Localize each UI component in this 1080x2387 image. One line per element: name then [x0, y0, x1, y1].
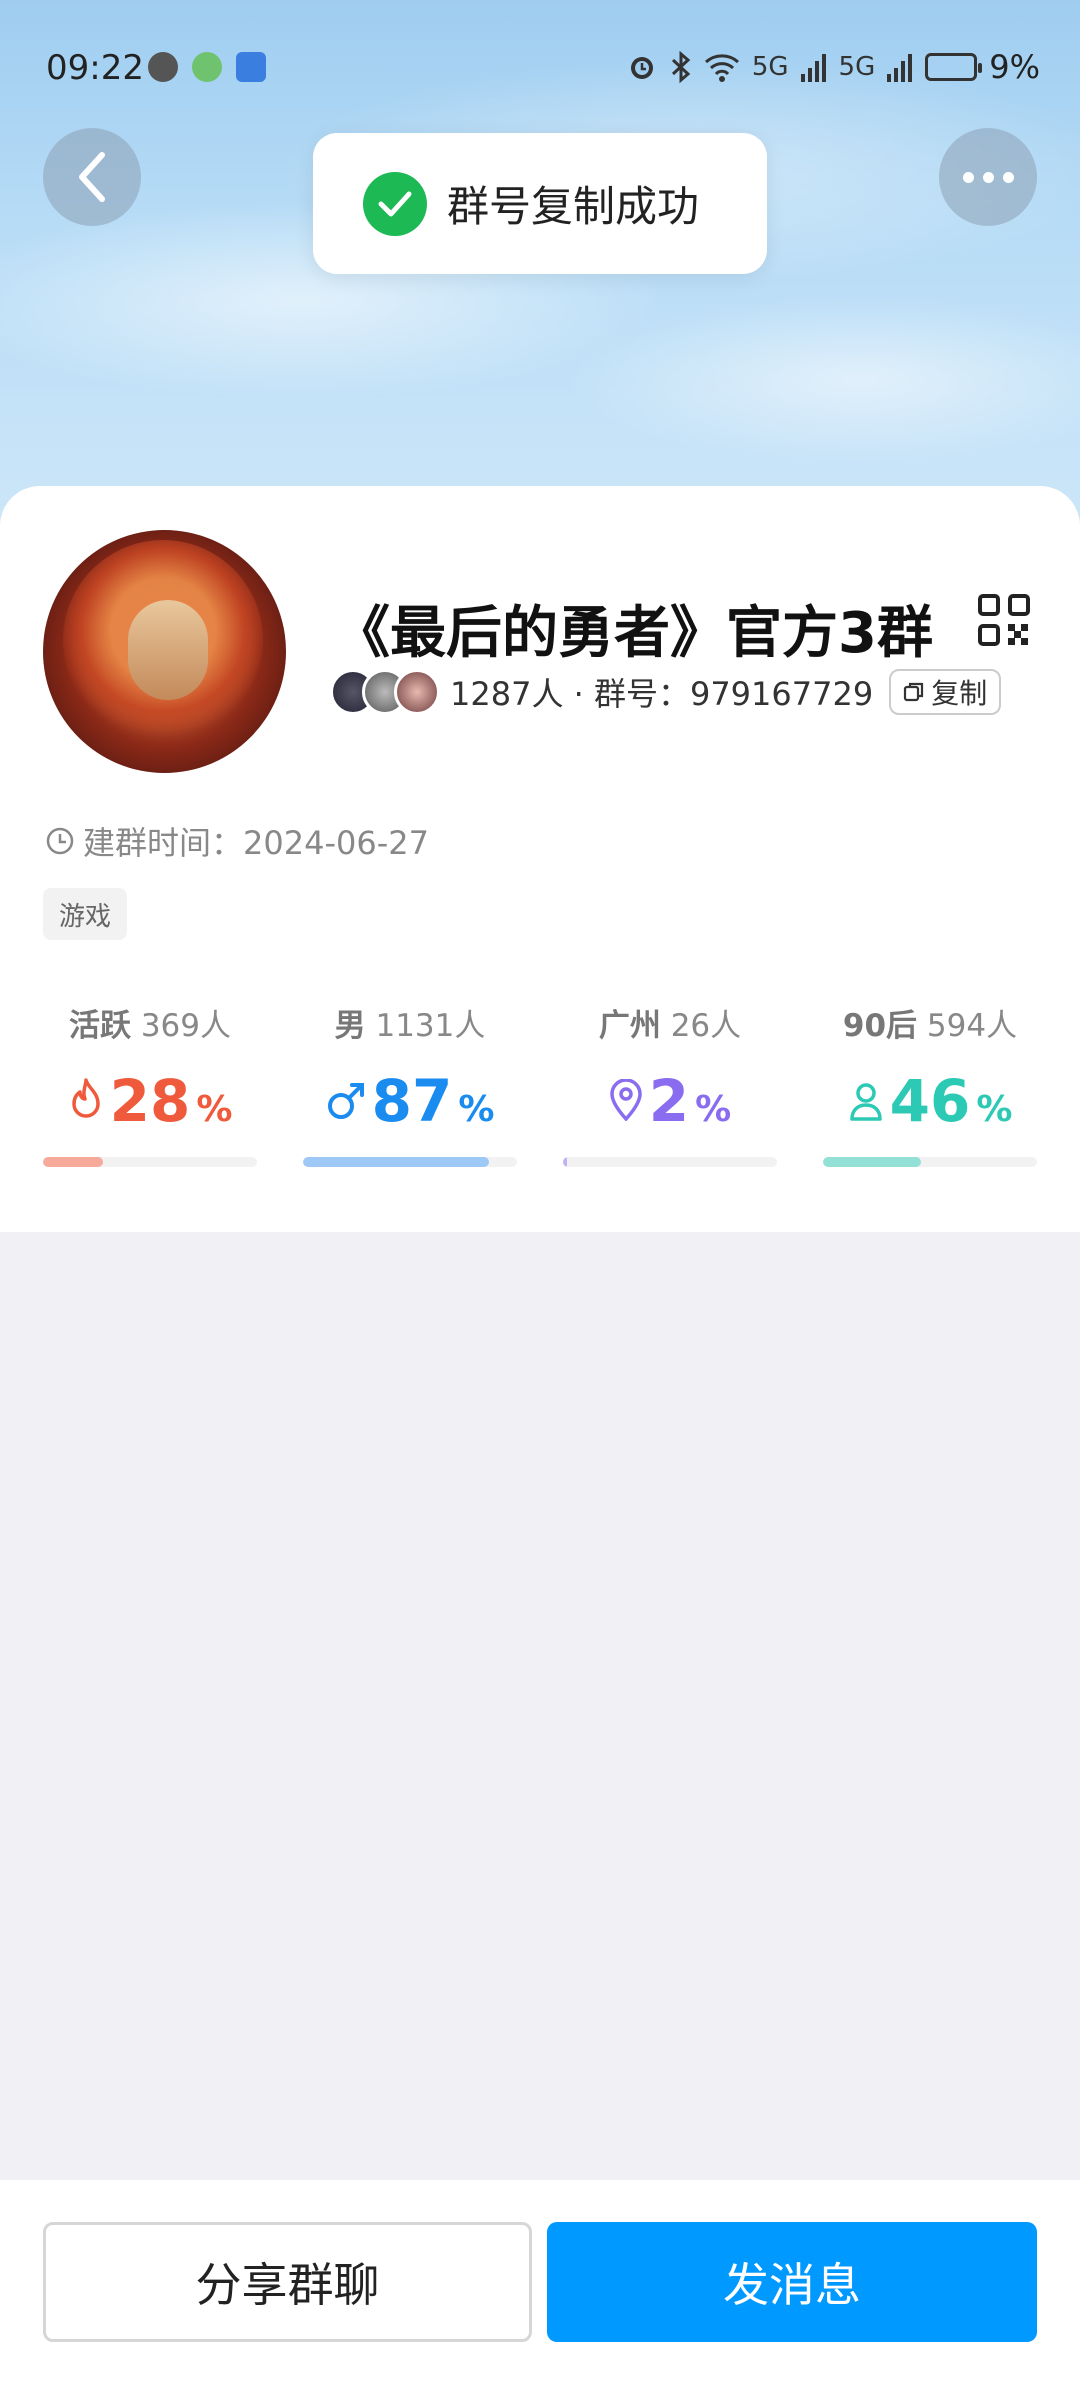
stats-row: 活跃 369人 28 % 男 1131人 87 % 广州 26人 2 % 90后…: [43, 1000, 1037, 1190]
status-left-icons: [148, 52, 266, 82]
send-message-button[interactable]: 发消息: [547, 2222, 1037, 2342]
progress-fill: [563, 1157, 568, 1167]
stat-value: 46: [889, 1067, 971, 1135]
chevron-left-icon: [79, 152, 105, 202]
battery-icon: [925, 53, 983, 81]
more-icon: [962, 171, 1014, 183]
stat-label: 广州 26人: [598, 1008, 742, 1044]
toast: 群号复制成功: [313, 133, 767, 274]
location-icon: [610, 1079, 642, 1121]
bottom-action-bar: 分享群聊 发消息: [0, 2180, 1080, 2387]
share-group-button[interactable]: 分享群聊: [43, 2222, 532, 2342]
message-icon: [148, 52, 178, 82]
members-row: 1287人 · 群号：979167729 复制: [330, 665, 1002, 719]
stat-male[interactable]: 男 1131人 87 %: [303, 1000, 517, 1190]
created-date: 建群时间：2024-06-27: [45, 818, 429, 864]
stat-value: 87: [371, 1067, 453, 1135]
globe-icon: [192, 52, 222, 82]
male-icon: [327, 1083, 364, 1119]
stat-location[interactable]: 广州 26人 2 %: [563, 1000, 777, 1190]
group-avatar[interactable]: [43, 530, 286, 773]
qr-code-icon[interactable]: [978, 594, 1030, 646]
stat-label: 活跃 369人: [68, 1008, 232, 1044]
weather-icon: [236, 52, 266, 82]
copy-icon: [904, 682, 924, 702]
back-button[interactable]: [43, 128, 141, 226]
battery-percent: 9%: [989, 48, 1040, 86]
group-name: 《最后的勇者》官方3群: [334, 601, 933, 666]
clock-icon: [46, 827, 74, 855]
created-label: 建群时间：2024-06-27: [83, 824, 429, 862]
stat-age[interactable]: 90后 594人 46 %: [823, 1000, 1037, 1190]
toast-text: 群号复制成功: [447, 182, 700, 231]
progress-fill: [303, 1157, 490, 1167]
check-icon: [363, 171, 427, 236]
bluetooth-icon: [671, 50, 691, 84]
progress-fill: [823, 1157, 922, 1167]
progress-bar: [43, 1157, 257, 1167]
stat-label: 男 1131人: [334, 1008, 486, 1044]
person-icon: [849, 1083, 882, 1121]
status-right-icons: 5G 5G 9%: [626, 48, 1040, 86]
progress-bar: [563, 1157, 777, 1167]
stat-label: 90后 594人: [842, 1008, 1018, 1044]
copy-button[interactable]: 复制: [889, 669, 1002, 715]
progress-bar: [303, 1157, 517, 1167]
fire-icon: [71, 1078, 100, 1118]
signal1-type: 5G: [751, 52, 789, 82]
copy-label: 复制: [931, 677, 988, 710]
member-avatars[interactable]: [330, 669, 440, 715]
status-bar: 09:22 5G 5G 9%: [0, 0, 1080, 140]
signal-icon: [800, 54, 826, 82]
members-info: 1287人 · 群号：979167729: [450, 675, 874, 713]
alarm-icon: [630, 57, 653, 79]
signal-icon: [887, 54, 913, 82]
avatar: [394, 669, 440, 715]
stat-active[interactable]: 活跃 369人 28 %: [43, 1000, 257, 1190]
progress-fill: [43, 1157, 103, 1167]
stat-value: 28: [109, 1067, 191, 1135]
stat-value: 2: [648, 1067, 690, 1135]
signal2-type: 5G: [838, 52, 876, 82]
category-tag[interactable]: 游戏: [43, 888, 128, 940]
status-time: 09:22: [46, 48, 144, 88]
more-button[interactable]: [939, 128, 1037, 226]
progress-bar: [823, 1157, 1037, 1167]
wifi-icon: [704, 54, 739, 82]
